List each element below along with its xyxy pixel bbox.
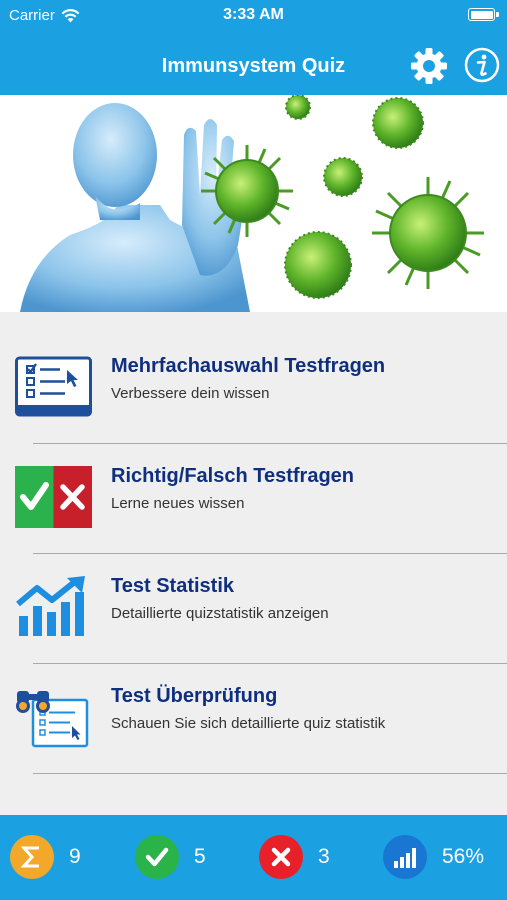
menu-item-title: Test Statistik	[111, 575, 234, 597]
status-time: 3:33 AM	[223, 6, 284, 23]
divider	[33, 773, 507, 774]
menu-item-subtitle: Schauen Sie sich detaillierte quiz stati…	[111, 715, 386, 732]
menu-item-subtitle: Detaillierte quizstatistik anzeigen	[111, 605, 329, 622]
menu-item-true-false[interactable]: Richtig/Falsch Testfragen Lerne neues wi…	[0, 422, 507, 554]
menu-item-title: Test Überprüfung	[111, 685, 278, 707]
x-icon	[259, 835, 303, 879]
stat-percent-value: 56%	[442, 845, 485, 868]
stat-wrong: 3	[259, 835, 330, 879]
stat-total: 9	[10, 835, 81, 879]
menu-list: Mehrfachauswahl Testfragen Verbessere de…	[0, 312, 507, 774]
stat-correct: 5	[135, 835, 206, 879]
stat-percent: 56%	[383, 835, 484, 879]
menu-item-statistics[interactable]: Test Statistik Detaillierte quizstatisti…	[0, 532, 507, 664]
signal-bars-icon	[383, 835, 427, 879]
menu-item-subtitle: Verbessere dein wissen	[111, 385, 270, 402]
binoculars-list-icon	[16, 691, 89, 748]
menu-item-title: Richtig/Falsch Testfragen	[111, 465, 355, 487]
info-icon[interactable]	[464, 47, 500, 83]
menu-item-subtitle: Lerne neues wissen	[111, 495, 245, 512]
stats-bar: 9 5 3 56%	[0, 815, 507, 900]
hero-image	[0, 95, 507, 312]
menu-item-review[interactable]: Test Überprüfung Schauen Sie sich detail…	[0, 642, 507, 774]
status-bar: Carrier 3:33 AM	[0, 0, 507, 30]
immune-system-illustration	[20, 95, 484, 312]
stat-total-value: 9	[69, 845, 81, 868]
sigma-icon	[10, 835, 54, 879]
menu-item-title: Mehrfachauswahl Testfragen	[111, 355, 386, 377]
chart-icon	[16, 576, 85, 636]
battery-icon	[468, 8, 499, 21]
stat-correct-value: 5	[194, 845, 206, 868]
stat-wrong-value: 3	[318, 845, 330, 868]
gear-icon[interactable]	[410, 47, 448, 85]
true-false-icon	[15, 466, 92, 528]
top-bar: Carrier 3:33 AM Immunsystem Quiz	[0, 0, 507, 95]
checklist-icon	[15, 356, 92, 417]
menu-item-multiple-choice[interactable]: Mehrfachauswahl Testfragen Verbessere de…	[0, 312, 507, 444]
check-icon	[135, 835, 179, 879]
